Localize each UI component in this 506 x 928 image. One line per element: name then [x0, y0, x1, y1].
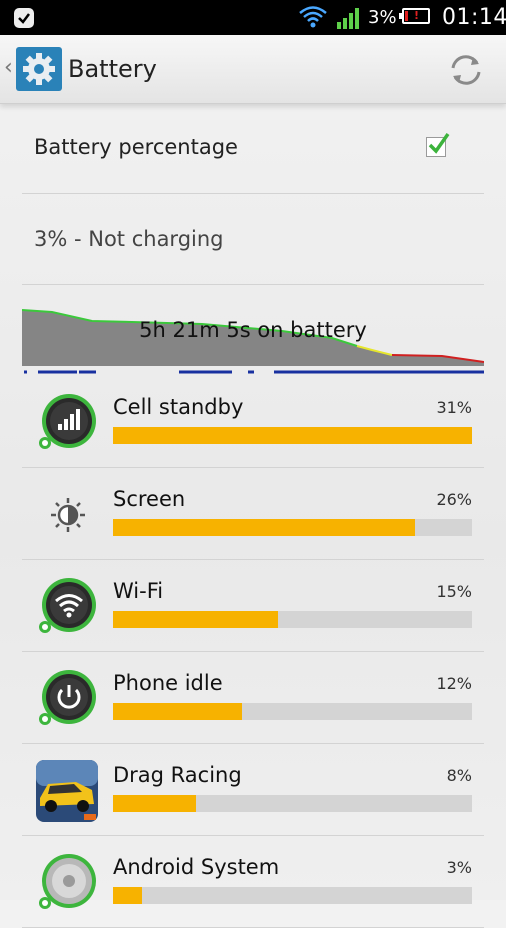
usage-name: Drag Racing — [113, 763, 242, 787]
battery-status-text: 3% - Not charging — [34, 227, 224, 251]
usage-bar — [113, 427, 472, 444]
usage-percent: 26% — [436, 490, 472, 509]
status-time: 01:14 — [442, 5, 506, 30]
usage-item-phone-idle[interactable]: Phone idle 12% — [22, 652, 484, 744]
status-bar: 3% ! 01:14 — [0, 0, 506, 35]
wifi-status-icon — [299, 6, 327, 28]
action-bar: ‹ Battery — [0, 35, 506, 104]
checkmark-icon — [428, 132, 450, 154]
usage-bar-fill — [113, 519, 415, 536]
cell-signal-icon — [39, 394, 96, 449]
usage-bar-fill — [113, 703, 243, 720]
usage-name: Android System — [113, 855, 280, 879]
graph-duration-label: 5h 21m 5s on battery — [139, 318, 367, 342]
usage-bar — [113, 611, 472, 628]
page-title: Battery — [68, 55, 157, 83]
usage-bar — [113, 795, 472, 812]
usage-item-wifi[interactable]: Wi-Fi 15% — [22, 560, 484, 652]
usage-name: Phone idle — [113, 671, 223, 695]
usage-bar-fill — [113, 887, 142, 904]
usage-item-screen[interactable]: Screen 26% — [22, 468, 484, 560]
usage-item-drag-racing[interactable]: Drag Racing 8% — [22, 744, 484, 836]
notification-check-icon — [14, 8, 34, 28]
android-system-icon — [39, 854, 96, 909]
battery-status-row: 3% - Not charging — [22, 194, 484, 285]
brightness-icon — [51, 498, 85, 532]
usage-item-cell-standby[interactable]: Cell standby 31% — [22, 376, 484, 468]
usage-name: Screen — [113, 487, 186, 511]
usage-bar-fill — [113, 795, 196, 812]
wifi-icon — [39, 578, 96, 633]
usage-name: Cell standby — [113, 395, 244, 419]
usage-name: Wi-Fi — [113, 579, 164, 603]
battery-usage-list: Cell standby 31% Screen 26% Wi-Fi 15% Ph… — [22, 376, 484, 928]
battery-percentage-checkbox[interactable] — [426, 132, 450, 157]
drag-racing-app-icon — [36, 760, 98, 822]
battery-percentage-row[interactable]: Battery percentage — [22, 103, 484, 194]
usage-bar — [113, 703, 472, 720]
usage-bar-fill — [113, 611, 279, 628]
back-chevron-icon[interactable]: ‹ — [4, 55, 13, 80]
refresh-icon[interactable] — [446, 51, 486, 89]
usage-percent: 31% — [436, 398, 472, 417]
usage-percent: 12% — [436, 674, 472, 693]
status-battery-percent: 3% — [368, 7, 397, 28]
battery-percentage-label: Battery percentage — [34, 135, 238, 159]
usage-percent: 8% — [446, 766, 472, 785]
usage-item-android-system[interactable]: Android System 3% — [22, 836, 484, 928]
battery-status-icon: ! — [399, 8, 430, 24]
cell-signal-status-icon — [337, 8, 359, 29]
usage-bar — [113, 519, 472, 536]
power-icon — [39, 670, 96, 725]
settings-gear-icon[interactable] — [16, 47, 62, 91]
battery-history-graph[interactable]: 5h 21m 5s on battery — [21, 300, 485, 376]
usage-percent: 3% — [446, 858, 472, 877]
usage-bar — [113, 887, 472, 904]
usage-bar-fill — [113, 427, 472, 444]
usage-percent: 15% — [436, 582, 472, 601]
